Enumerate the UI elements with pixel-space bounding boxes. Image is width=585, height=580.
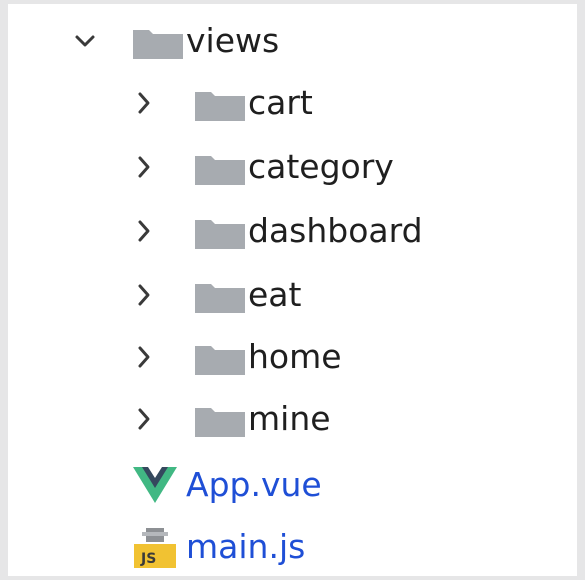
js-file-icon: JS [132, 526, 178, 570]
chevron-down-icon[interactable] [70, 26, 100, 56]
js-file-badge: JS [140, 551, 156, 567]
folder-icon [132, 26, 184, 60]
tree-item-label: views [186, 21, 280, 60]
tree-item-label: dashboard [248, 211, 423, 250]
folder-icon [194, 216, 246, 250]
tree-item-file-app-vue[interactable]: App.vue [8, 454, 577, 516]
tree-item-views[interactable]: views [8, 10, 577, 72]
tree-item-folder[interactable]: mine [8, 388, 577, 450]
file-explorer-window: views cart category dashboard eat home m… [0, 0, 585, 580]
chevron-right-icon[interactable] [129, 88, 159, 118]
chevron-right-icon[interactable] [129, 280, 159, 310]
chevron-right-icon[interactable] [129, 152, 159, 182]
tree-item-label: cart [248, 83, 313, 122]
chevron-right-icon[interactable] [129, 404, 159, 434]
tree-item-label: mine [248, 399, 331, 438]
tree-item-label: eat [248, 275, 302, 314]
tree-item-folder[interactable]: home [8, 326, 577, 388]
vue-icon [133, 467, 177, 503]
tree-item-file-main-js[interactable]: JS main.js [8, 516, 577, 578]
chevron-right-icon[interactable] [129, 342, 159, 372]
tree-item-folder[interactable]: eat [8, 264, 577, 326]
folder-icon [194, 88, 246, 122]
chevron-right-icon[interactable] [129, 216, 159, 246]
file-tree-panel: views cart category dashboard eat home m… [8, 4, 577, 576]
folder-icon [194, 404, 246, 438]
folder-icon [194, 342, 246, 376]
tree-item-label: main.js [186, 527, 306, 566]
folder-icon [194, 152, 246, 186]
tree-item-folder[interactable]: dashboard [8, 200, 577, 262]
tree-item-folder[interactable]: cart [8, 72, 577, 134]
tree-item-folder[interactable]: category [8, 136, 577, 198]
tree-item-label: App.vue [186, 465, 322, 504]
folder-icon [194, 280, 246, 314]
tree-item-label: category [248, 147, 394, 186]
tree-item-label: home [248, 337, 342, 376]
